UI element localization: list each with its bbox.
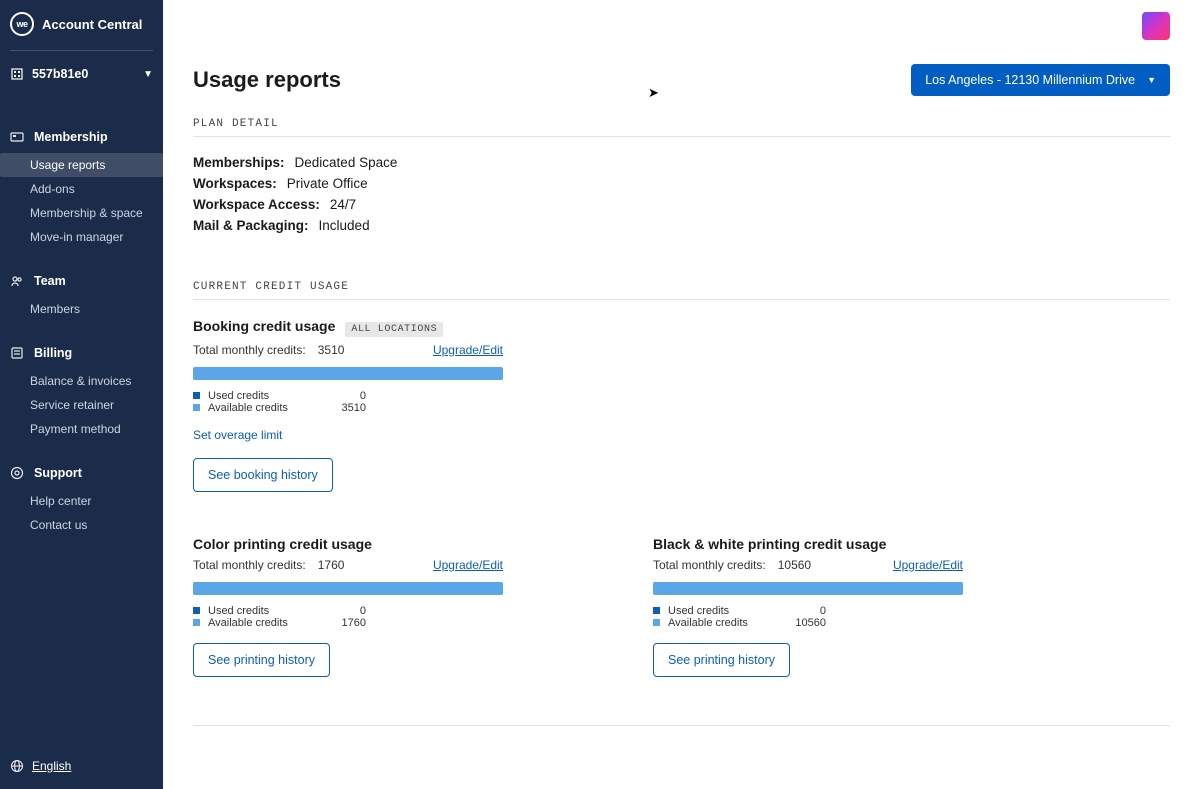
upgrade-edit-link[interactable]: Upgrade/Edit [893, 558, 963, 572]
section-plan-detail: PLAN DETAIL [193, 118, 1170, 137]
sidebar: we Account Central 557b81e0 ▼ Membership [0, 0, 163, 789]
legend-used-value: 0 [786, 605, 826, 617]
sidebar-item-add-ons[interactable]: Add-ons [0, 177, 163, 201]
building-icon [10, 67, 24, 81]
card-title: Booking credit usage [193, 318, 335, 334]
all-locations-badge: ALL LOCATIONS [345, 322, 443, 337]
nav-header-label: Support [34, 466, 82, 480]
page-title: Usage reports [193, 67, 341, 93]
billing-icon [10, 346, 24, 360]
legend-used-value: 0 [326, 390, 366, 402]
plan-value: Included [319, 216, 370, 237]
card-title: Black & white printing credit usage [653, 536, 886, 552]
bw-printing-usage-card: Black & white printing credit usage Tota… [653, 536, 963, 677]
usage-bar [193, 367, 503, 380]
legend-used-value: 0 [326, 605, 366, 617]
nav-group-team: Team Members [0, 269, 163, 321]
plan-key: Workspace Access: [193, 195, 320, 216]
total-label: Total monthly credits: [193, 558, 306, 572]
sidebar-item-help-center[interactable]: Help center [0, 489, 163, 513]
plan-key: Workspaces: [193, 174, 277, 195]
total-value: 3510 [318, 343, 345, 357]
location-label: Los Angeles - 12130 Millennium Drive [925, 73, 1135, 87]
usage-bar [193, 582, 503, 595]
nav-group-billing: Billing Balance & invoices Service retai… [0, 341, 163, 441]
account-id: 557b81e0 [32, 67, 88, 81]
plan-value: Private Office [287, 174, 368, 195]
legend-used-label: Used credits [208, 390, 318, 402]
app-title: Account Central [42, 17, 142, 32]
legend-avail-icon [653, 619, 660, 626]
total-label: Total monthly credits: [653, 558, 766, 572]
nav-header-label: Team [34, 274, 66, 288]
upgrade-edit-link[interactable]: Upgrade/Edit [433, 558, 503, 572]
legend-avail-icon [193, 619, 200, 626]
legend-used-label: Used credits [668, 605, 778, 617]
nav-header-support[interactable]: Support [0, 461, 163, 485]
chevron-down-icon: ▼ [143, 69, 153, 80]
nav: Membership Usage reports Add-ons Members… [0, 97, 163, 743]
plan-key: Mail & Packaging: [193, 216, 309, 237]
plan-value: 24/7 [330, 195, 356, 216]
color-printing-usage-card: Color printing credit usage Total monthl… [193, 536, 503, 677]
globe-icon [10, 759, 24, 773]
sidebar-item-payment-method[interactable]: Payment method [0, 417, 163, 441]
legend-avail-value: 3510 [326, 402, 366, 414]
legend-avail-icon [193, 404, 200, 411]
see-printing-history-button[interactable]: See printing history [193, 643, 330, 677]
total-label: Total monthly credits: [193, 343, 306, 357]
booking-usage-card: Booking credit usage ALL LOCATIONS Total… [193, 318, 503, 492]
nav-header-billing[interactable]: Billing [0, 341, 163, 365]
sidebar-item-balance-invoices[interactable]: Balance & invoices [0, 369, 163, 393]
divider [193, 725, 1170, 726]
section-credit-usage: CURRENT CREDIT USAGE [193, 281, 1170, 300]
see-booking-history-button[interactable]: See booking history [193, 458, 333, 492]
sidebar-item-membership-space[interactable]: Membership & space [0, 201, 163, 225]
nav-header-team[interactable]: Team [0, 269, 163, 293]
chevron-down-icon: ▼ [1147, 75, 1156, 85]
legend-used-icon [193, 607, 200, 614]
nav-header-label: Billing [34, 346, 72, 360]
nav-group-membership: Membership Usage reports Add-ons Members… [0, 125, 163, 249]
main: ➤ Usage reports Los Angeles - 12130 Mill… [163, 0, 1200, 789]
location-select[interactable]: Los Angeles - 12130 Millennium Drive ▼ [911, 64, 1170, 96]
sidebar-item-usage-reports[interactable]: Usage reports [0, 153, 163, 177]
set-overage-limit-link[interactable]: Set overage limit [193, 428, 282, 442]
language-label: English [32, 759, 71, 773]
sidebar-item-contact-us[interactable]: Contact us [0, 513, 163, 537]
card-title: Color printing credit usage [193, 536, 372, 552]
language-selector[interactable]: English [0, 743, 163, 789]
sidebar-item-move-in-manager[interactable]: Move-in manager [0, 225, 163, 249]
support-icon [10, 466, 24, 480]
total-value: 10560 [778, 558, 811, 572]
usage-bar [653, 582, 963, 595]
nav-header-label: Membership [34, 130, 108, 144]
legend-avail-value: 1760 [326, 617, 366, 629]
avatar[interactable] [1142, 12, 1170, 40]
total-value: 1760 [318, 558, 345, 572]
plan-detail: Memberships: Dedicated Space Workspaces: P… [193, 153, 1170, 237]
upgrade-edit-link[interactable]: Upgrade/Edit [433, 343, 503, 357]
legend-used-label: Used credits [208, 605, 318, 617]
legend-avail-label: Available credits [208, 402, 318, 414]
legend-avail-label: Available credits [668, 617, 778, 629]
account-selector[interactable]: 557b81e0 ▼ [0, 51, 163, 97]
sidebar-item-service-retainer[interactable]: Service retainer [0, 393, 163, 417]
nav-group-support: Support Help center Contact us [0, 461, 163, 537]
legend-used-icon [653, 607, 660, 614]
sidebar-item-members[interactable]: Members [0, 297, 163, 321]
brand: we Account Central [0, 0, 163, 50]
logo-icon: we [10, 12, 34, 36]
legend-used-icon [193, 392, 200, 399]
nav-header-membership[interactable]: Membership [0, 125, 163, 149]
membership-icon [10, 130, 24, 144]
legend-avail-value: 10560 [786, 617, 826, 629]
team-icon [10, 274, 24, 288]
plan-value: Dedicated Space [295, 153, 398, 174]
see-printing-history-button[interactable]: See printing history [653, 643, 790, 677]
plan-key: Memberships: [193, 153, 285, 174]
legend-avail-label: Available credits [208, 617, 318, 629]
